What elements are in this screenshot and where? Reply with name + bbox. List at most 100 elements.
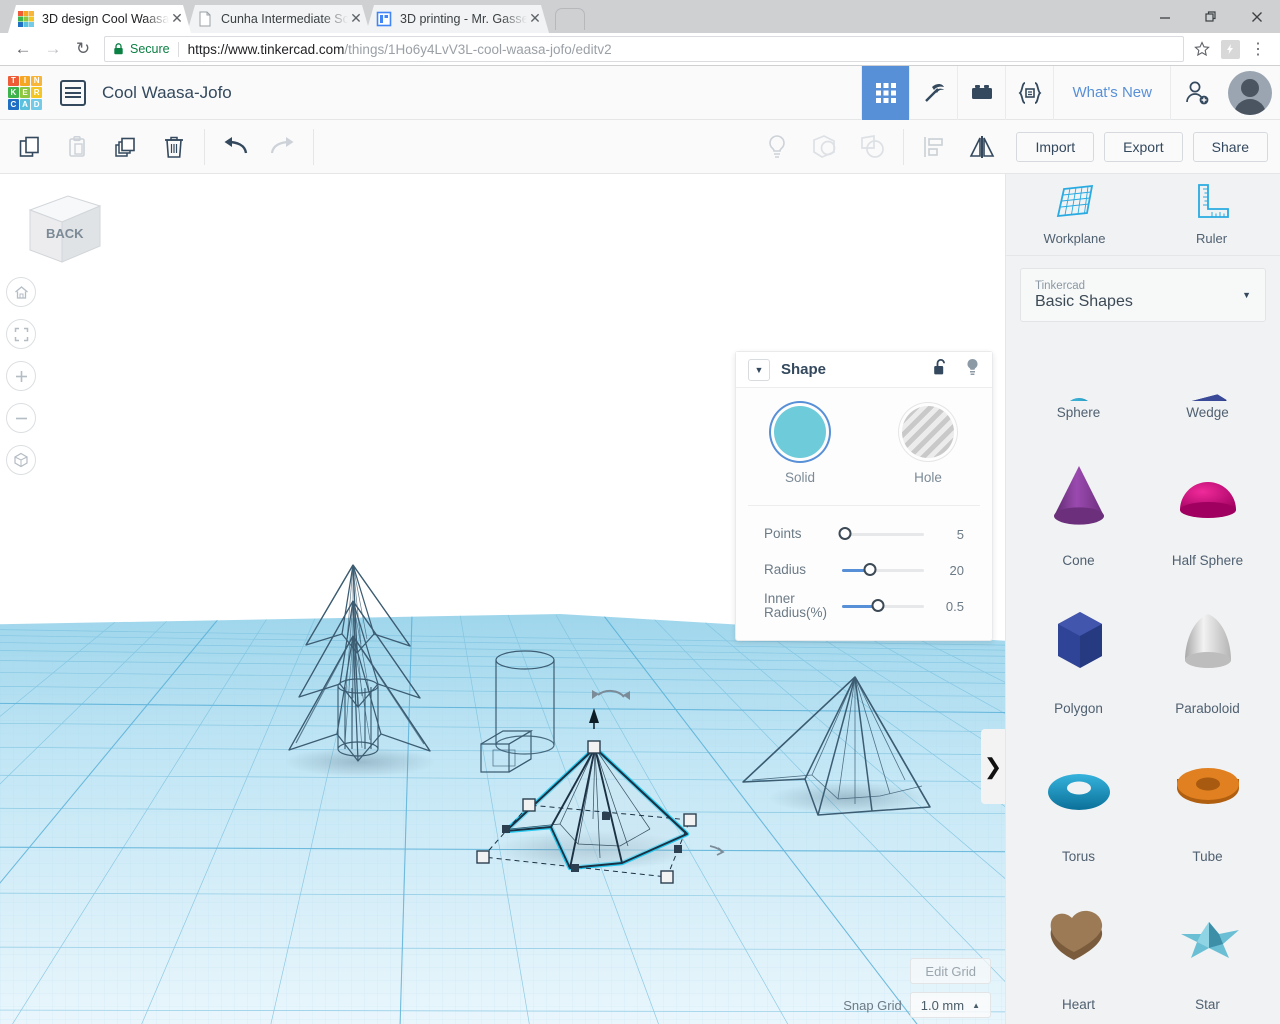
avatar[interactable]: [1228, 70, 1272, 115]
grid-controls: Edit Grid Snap Grid 1.0 mm ▲: [843, 958, 991, 1018]
tinkercad-logo-icon[interactable]: T I N K E R C A D: [8, 75, 42, 110]
sphere-icon: [1014, 357, 1143, 401]
new-tab-button[interactable]: [555, 8, 585, 30]
points-slider-row: Points 5: [764, 516, 964, 552]
undo-button[interactable]: [211, 127, 259, 167]
extension-icon[interactable]: [1216, 35, 1244, 63]
hole-mode[interactable]: Hole: [864, 406, 992, 485]
blocks-brick-icon[interactable]: [957, 65, 1005, 120]
snap-grid-dropdown[interactable]: 1.0 mm ▲: [909, 992, 991, 1018]
browser-tab-1[interactable]: Cunha Intermediate Sch ✕: [187, 5, 370, 33]
inner-radius-slider-value: 0.5: [945, 598, 964, 614]
ruler-tool[interactable]: Ruler: [1143, 174, 1280, 255]
zoom-in-button[interactable]: [6, 361, 36, 391]
redo-button[interactable]: [259, 127, 307, 167]
browser-tab-0[interactable]: 3D design Cool Waasa-Jofo ✕: [8, 5, 191, 33]
page-icon: [197, 11, 213, 27]
home-view-button[interactable]: [6, 277, 36, 307]
orthographic-toggle-button[interactable]: [6, 445, 36, 475]
export-button[interactable]: Export: [1104, 131, 1183, 162]
browser-tab-2[interactable]: 3D printing - Mr. Gasser ✕: [366, 5, 549, 33]
lightbulb-icon[interactable]: [965, 358, 980, 382]
add-user-icon[interactable]: [1170, 65, 1222, 120]
shape-sphere[interactable]: Sphere: [1014, 334, 1143, 426]
shape-tube[interactable]: Tube: [1143, 732, 1272, 870]
restore-button[interactable]: [1188, 0, 1234, 33]
shape-paraboloid[interactable]: Paraboloid: [1143, 584, 1272, 722]
page-title[interactable]: Cool Waasa-Jofo: [102, 83, 232, 103]
whats-new-link[interactable]: What's New: [1053, 65, 1170, 120]
bookmark-star-icon[interactable]: [1188, 35, 1216, 63]
shape-library-dropdown[interactable]: Tinkercad Basic Shapes ▼: [1020, 268, 1266, 322]
toolbar-divider: [903, 128, 905, 165]
code-braces-icon[interactable]: [1005, 65, 1053, 120]
mirror-button[interactable]: [958, 127, 1006, 167]
shapes-sidebar: Workplane Ruler Tinkercad Basic Shapes ▼…: [1005, 174, 1280, 1024]
reload-button[interactable]: ↻: [68, 34, 98, 64]
shape-star[interactable]: Star: [1143, 880, 1272, 1018]
my-designs-list-icon[interactable]: [60, 79, 86, 106]
back-button[interactable]: ←: [8, 34, 38, 64]
main-area: BACK ❯ Edit Grid Snap Grid 1.0 mm ▲ ▼ Sh…: [0, 174, 1280, 1024]
tab-close-icon[interactable]: ✕: [527, 11, 543, 27]
window-controls: [1142, 0, 1280, 33]
shape-cone[interactable]: Cone: [1014, 436, 1143, 574]
codeblocks-pickaxe-icon[interactable]: [909, 65, 957, 120]
import-button[interactable]: Import: [1016, 131, 1095, 162]
shape-heart[interactable]: Heart: [1014, 880, 1143, 1018]
delete-button[interactable]: [150, 127, 198, 167]
shape-properties-panel[interactable]: ▼ Shape Solid Hole Points 5 Radius 20 In…: [735, 351, 993, 641]
radius-slider[interactable]: [842, 563, 924, 576]
polygon-icon: [1014, 584, 1143, 697]
copy-button[interactable]: [6, 127, 54, 167]
snap-grid-value: 1.0 mm: [920, 997, 965, 1013]
solid-mode[interactable]: Solid: [736, 406, 864, 485]
inner-radius-slider[interactable]: [842, 599, 924, 612]
logo-tile-n: N: [31, 75, 42, 87]
shape-half-sphere-label: Half Sphere: [1171, 553, 1244, 568]
forward-button[interactable]: →: [38, 34, 68, 64]
shape-half-sphere[interactable]: Half Sphere: [1143, 436, 1272, 574]
shape-wedge[interactable]: Wedge: [1143, 334, 1272, 426]
paste-button[interactable]: [54, 127, 102, 167]
tab-close-icon[interactable]: ✕: [348, 11, 364, 27]
align-button[interactable]: [910, 127, 958, 167]
browser-menu-icon[interactable]: ⋮: [1244, 35, 1272, 63]
solid-color-swatch[interactable]: [774, 406, 826, 458]
collapse-panel-chevron-right-icon[interactable]: ❯: [981, 729, 1005, 804]
browser-chrome: 3D design Cool Waasa-Jofo ✕ Cunha Interm…: [0, 0, 1280, 66]
zoom-out-button[interactable]: [6, 403, 36, 433]
close-button[interactable]: [1234, 0, 1280, 33]
shape-polygon[interactable]: Polygon: [1014, 584, 1143, 722]
hint-lightbulb-button[interactable]: [753, 127, 801, 167]
minimize-button[interactable]: [1142, 0, 1188, 33]
address-bar[interactable]: Secure https://www.tinkercad.com/things/…: [104, 36, 1184, 62]
share-button[interactable]: Share: [1192, 131, 1268, 162]
unlocked-padlock-icon[interactable]: [933, 358, 949, 381]
chevron-down-icon[interactable]: ▼: [748, 358, 770, 381]
toolbar-divider: [313, 128, 314, 165]
group-button[interactable]: [801, 127, 849, 167]
hole-mode-label: Hole: [914, 470, 942, 485]
snap-grid-row: Snap Grid 1.0 mm ▲: [843, 992, 991, 1018]
toolbar-left-group: [0, 127, 320, 167]
shape-tube-label: Tube: [1192, 849, 1223, 864]
grid-apps-icon[interactable]: [861, 65, 910, 120]
slides-icon: [376, 11, 392, 27]
caret-up-icon: ▲: [972, 1000, 980, 1010]
points-slider[interactable]: [838, 527, 924, 540]
inner-radius-slider-row: Inner Radius(%) 0.5: [764, 588, 964, 624]
ungroup-button[interactable]: [849, 127, 897, 167]
duplicate-button[interactable]: [102, 127, 150, 167]
fit-view-button[interactable]: [6, 319, 36, 349]
tab-strip: 3D design Cool Waasa-Jofo ✕ Cunha Interm…: [0, 0, 1280, 33]
tab-close-icon[interactable]: ✕: [169, 11, 185, 27]
hole-pattern-swatch[interactable]: [902, 406, 954, 458]
view-cube[interactable]: BACK: [16, 188, 104, 268]
workplane-tool[interactable]: Workplane: [1006, 174, 1143, 255]
shape-heart-label: Heart: [1061, 997, 1095, 1012]
shape-torus[interactable]: Torus: [1014, 732, 1143, 870]
edit-grid-button[interactable]: Edit Grid: [910, 958, 991, 984]
logo-tile-e: E: [19, 87, 31, 98]
shape-sliders: Points 5 Radius 20 Inner Radius(%) 0.5: [748, 505, 980, 640]
